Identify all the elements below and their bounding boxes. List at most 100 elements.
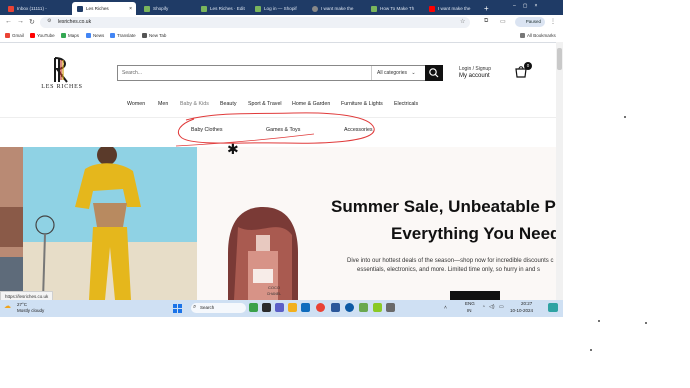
tab-les-riches[interactable]: Les Riches × (72, 2, 136, 15)
notification-icon[interactable] (548, 303, 558, 312)
app-icon-1[interactable] (249, 303, 258, 312)
wifi-icon[interactable]: ◔ (482, 304, 485, 310)
logo-mark[interactable] (52, 57, 72, 83)
back-icon[interactable]: ← (5, 18, 12, 25)
menu-icon[interactable]: ⋮ (550, 18, 556, 25)
teams-icon[interactable] (275, 303, 284, 312)
weather-icon[interactable]: ☁ (4, 302, 11, 310)
folder-icon (520, 33, 525, 38)
language-bottom[interactable]: IN (467, 308, 472, 313)
tab-les-riches-edit[interactable]: Les Riches · Edit (196, 2, 246, 15)
logo-text[interactable]: LES RICHES (40, 84, 84, 90)
extensions-icon[interactable]: ⧉ (484, 18, 488, 25)
perfume-label: COCO (268, 285, 280, 290)
tab-shopify[interactable]: Shopify (139, 2, 193, 15)
bookmark-label: Translate (117, 33, 136, 38)
star-icon[interactable]: ☆ (460, 18, 465, 25)
word-icon[interactable] (331, 303, 340, 312)
bookmark-new-tab[interactable]: New Tab (142, 33, 166, 38)
search-button[interactable] (425, 65, 443, 81)
profile-button[interactable]: Paused (515, 17, 545, 27)
bookmark-news[interactable]: News (86, 33, 104, 38)
nav-baby-kids[interactable]: Baby & Kids (180, 101, 209, 107)
tab-label: I want make the (438, 6, 471, 11)
tab-youtube[interactable]: I want make the (424, 2, 480, 15)
nav-electricals[interactable]: Electricals (394, 101, 418, 107)
tab-label: Les Riches (86, 6, 109, 11)
tab-label: Shopify (153, 6, 169, 11)
bookmark-maps[interactable]: Maps (61, 33, 79, 38)
nav-men[interactable]: Men (158, 101, 168, 107)
tab-strip: Inbox (11111) - Les Riches × Shopify Les… (0, 0, 563, 15)
close-icon[interactable]: × (129, 6, 136, 12)
clock-time[interactable]: 20:27 (521, 301, 532, 306)
hero-heading-line2: Everything You Need (391, 224, 561, 243)
bookmarks-bar: Gmail YouTube Maps News Translate New Ta… (0, 31, 563, 43)
bookmark-label: New Tab (149, 33, 167, 38)
annotation-scribble (175, 112, 375, 147)
outlook-icon[interactable] (301, 303, 310, 312)
chrome-icon[interactable] (316, 303, 325, 312)
bookmark-translate[interactable]: Translate (110, 33, 136, 38)
nav-sport-travel[interactable]: Sport & Travel (248, 101, 282, 107)
translate-icon (110, 33, 115, 38)
tab-gmail[interactable]: Inbox (11111) - (3, 2, 69, 15)
url-text[interactable]: lesriches.co.uk (58, 18, 91, 27)
maps-icon (61, 33, 66, 38)
hero-left-image (0, 147, 24, 300)
reload-icon[interactable]: ↻ (29, 18, 35, 26)
nav-women[interactable]: Women (127, 101, 145, 107)
folder-icon[interactable] (288, 303, 297, 312)
shopify-icon (144, 5, 150, 12)
hero-text-line2: essentials, electronics, and more. Limit… (357, 267, 540, 273)
app-icon-4[interactable] (386, 303, 395, 312)
category-select-label: All categories (377, 70, 408, 76)
news-icon (86, 33, 91, 38)
tab-label: Les Riches · Edit (210, 6, 245, 11)
sidepanel-icon[interactable]: ▭ (500, 18, 506, 25)
battery-icon[interactable]: ▭ (499, 304, 504, 310)
tab-chat-1[interactable]: I want make the (307, 2, 361, 15)
app-icon-3[interactable] (373, 303, 382, 312)
all-bookmarks[interactable]: All Bookmarks (520, 33, 556, 38)
language-top[interactable]: ENG (465, 301, 475, 306)
site-icon (77, 5, 83, 12)
window-controls[interactable]: –▢× (513, 3, 544, 9)
app-icon-2[interactable] (359, 303, 368, 312)
file-explorer-icon[interactable] (262, 303, 271, 312)
weather-desc[interactable]: Mostly cloudy (17, 308, 44, 313)
edge-icon[interactable] (345, 303, 354, 312)
hero-text-line1: Dive into our hottest deals of the seaso… (347, 258, 554, 264)
site-info-icon[interactable]: ⚙ (47, 18, 51, 24)
globe-icon (142, 33, 147, 38)
bookmark-gmail[interactable]: Gmail (5, 33, 24, 38)
account-link[interactable]: My account (459, 73, 490, 79)
tab-shopify-login[interactable]: Log in — Shopif (250, 2, 304, 15)
login-link[interactable]: Login / Signup (459, 66, 491, 72)
bookmark-label: All Bookmarks (527, 33, 556, 38)
tab-label: Inbox (11111) - (17, 6, 47, 11)
bookmark-youtube[interactable]: YouTube (30, 33, 55, 38)
nav-beauty[interactable]: Beauty (220, 101, 237, 107)
nav-furniture-lights[interactable]: Furniture & Lights (341, 101, 383, 107)
address-bar[interactable] (40, 17, 470, 28)
volume-icon[interactable]: ◁) (489, 304, 495, 310)
weather-temp[interactable]: 27°C (17, 302, 27, 307)
category-select[interactable]: All categories ⌄ (371, 66, 425, 80)
shopify-icon (255, 5, 261, 12)
scrollbar[interactable] (556, 42, 563, 300)
clock-date[interactable]: 10-10-2024 (510, 308, 533, 313)
nav-home-garden[interactable]: Home & Garden (292, 101, 330, 107)
perfume-brand: CHANEL (266, 292, 282, 296)
search-input[interactable]: Search... (122, 70, 142, 76)
windows-start-icon[interactable] (173, 304, 182, 313)
stray-mark (598, 320, 600, 322)
tab-how-to[interactable]: How To Make Th (366, 2, 420, 15)
forward-icon[interactable]: → (17, 18, 24, 25)
stray-mark (645, 322, 647, 324)
bookmark-label: News (93, 33, 105, 38)
scrollbar-thumb[interactable] (557, 48, 562, 70)
new-tab-button[interactable]: + (484, 2, 494, 15)
sparkle-icon: ✱ (227, 141, 239, 157)
chevron-up-icon[interactable]: ˄ (444, 305, 447, 311)
